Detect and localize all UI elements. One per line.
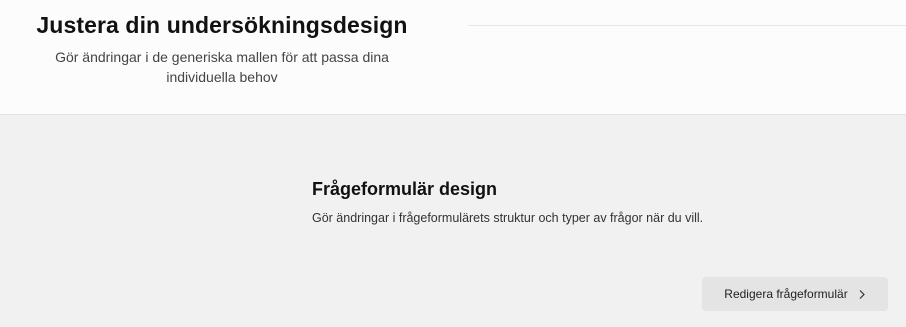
page-title: Justera din undersökningsdesign <box>36 12 408 38</box>
header-divider <box>468 25 906 26</box>
page-subtitle: Gör ändringar i de generiska mallen för … <box>0 47 444 87</box>
section-description: Gör ändringar i frågeformulärets struktu… <box>312 211 704 225</box>
page-header: Justera din undersökningsdesign Gör ändr… <box>0 0 906 115</box>
edit-questionnaire-button-label: Redigera frågeformulär <box>724 287 848 301</box>
page-subtitle-line-2: individuella behov <box>166 69 278 85</box>
edit-questionnaire-button[interactable]: Redigera frågeformulär <box>702 277 888 311</box>
page-subtitle-line-1: Gör ändringar i de generiska mallen för … <box>55 49 389 65</box>
section-title: Frågeformulär design <box>312 179 498 199</box>
chevron-right-icon <box>858 289 866 300</box>
